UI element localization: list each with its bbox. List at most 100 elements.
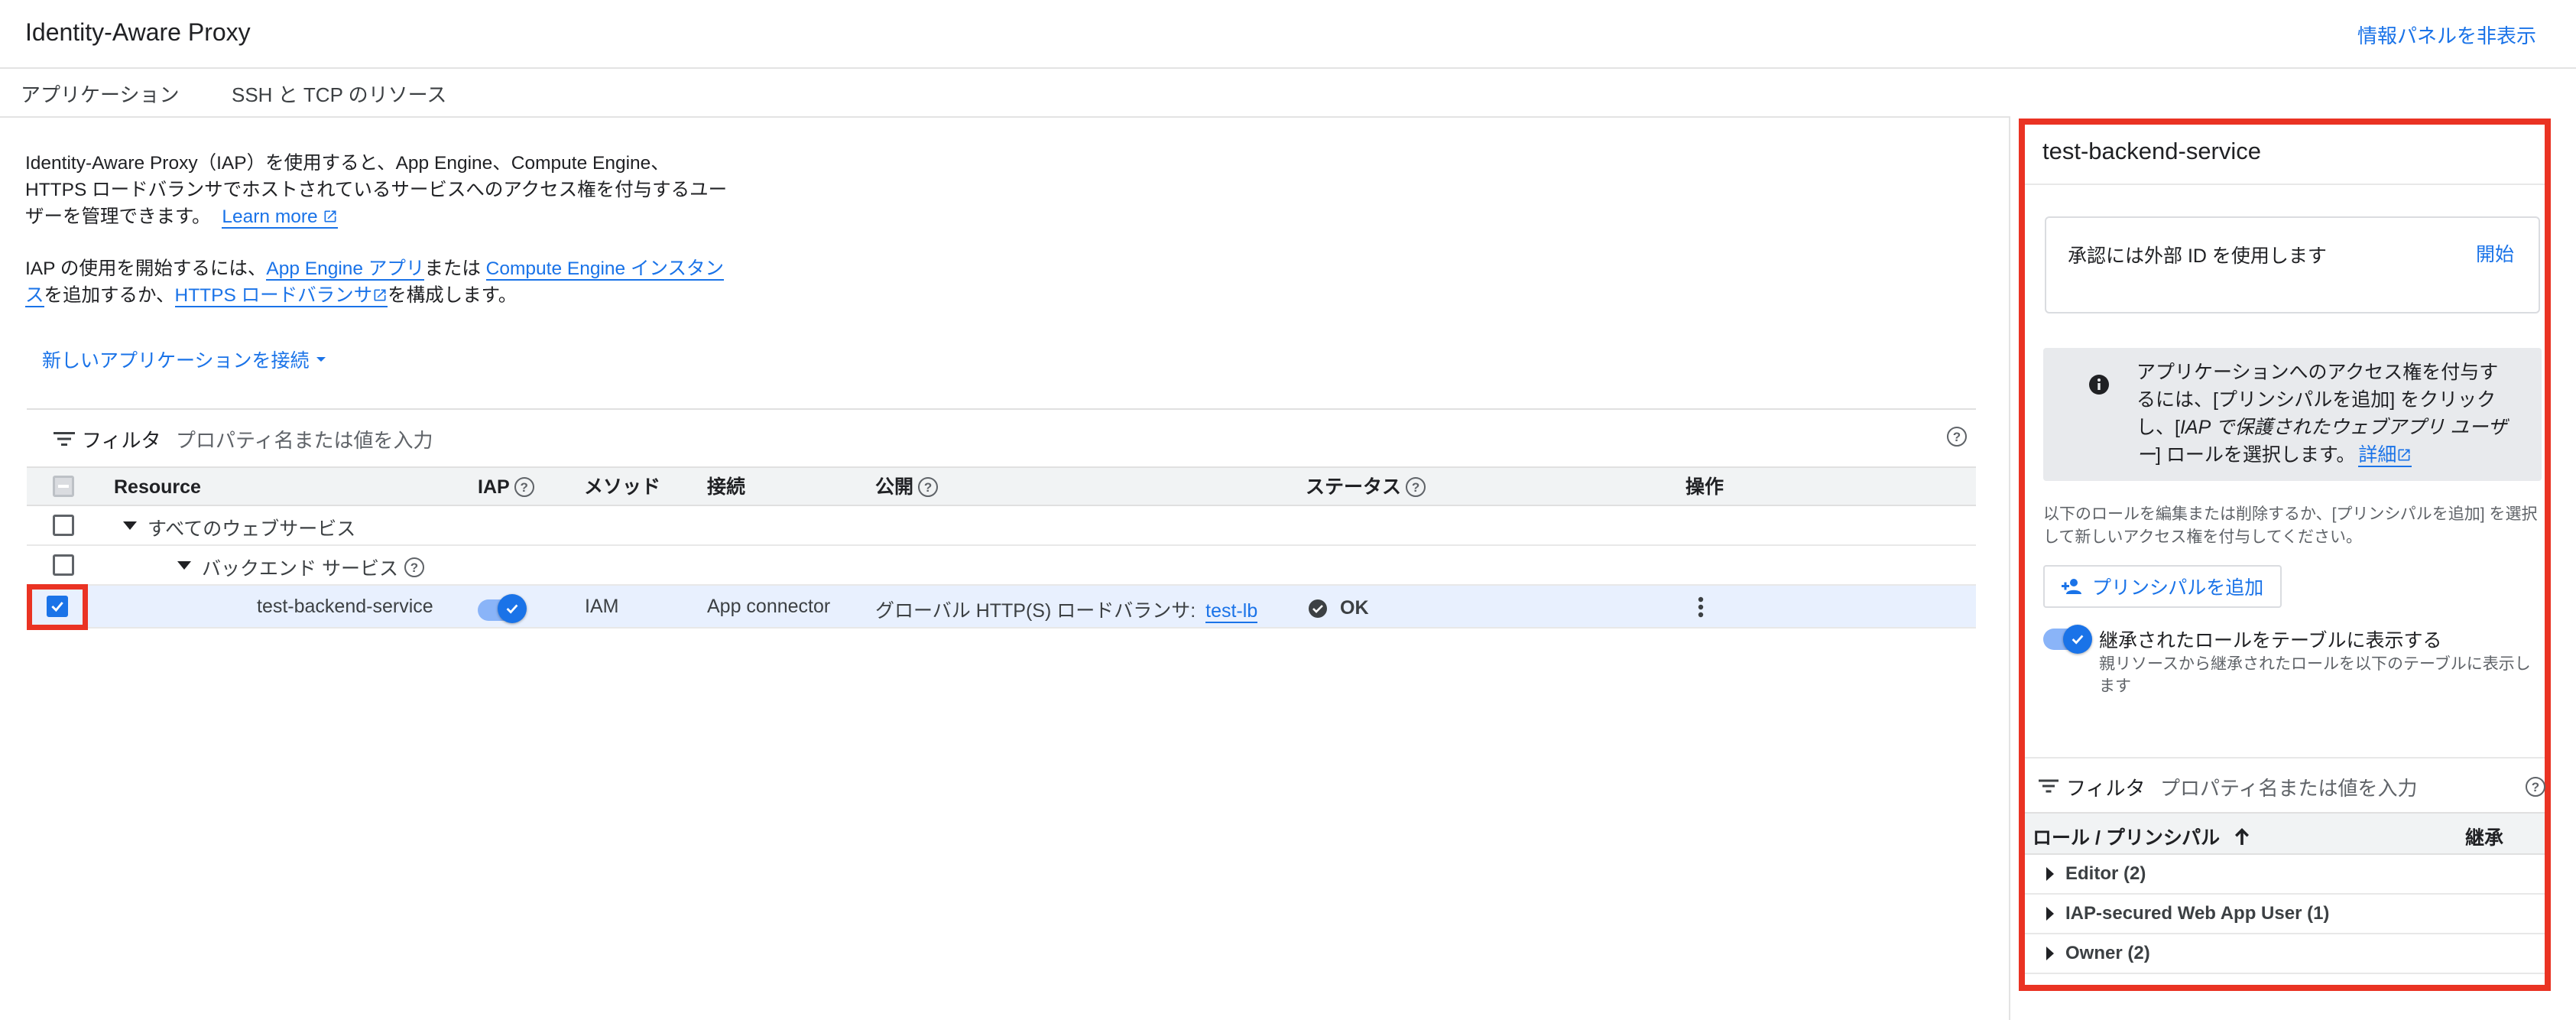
row-checkbox[interactable]	[53, 515, 74, 536]
side-panel-title-divider	[2025, 184, 2545, 185]
col-actions: 操作	[1685, 468, 1724, 506]
learn-more-label: Learn more	[222, 206, 318, 227]
publish-value: グローバル HTTP(S) ロードバランサ: test-lb	[875, 596, 1258, 623]
tab-applications[interactable]: アプリケーション	[21, 80, 179, 108]
info-line-3a: し、[	[2136, 417, 2180, 438]
col-connection-label: 接続	[707, 476, 746, 498]
role-name: Editor (2)	[2065, 863, 2146, 884]
side-filter-input[interactable]: プロパティ名または値を入力	[2160, 773, 2497, 801]
info-callout: アプリケーションへのアクセス権を付与す るには、[プリンシパルを追加] をクリッ…	[2043, 348, 2542, 481]
table-row[interactable]: すべてのウェブサービス	[27, 506, 1976, 546]
col-role-principal-label: ロール / プリンシパル	[2033, 827, 2221, 849]
page-title: Identity-Aware Proxy	[25, 18, 251, 46]
add-principal-button[interactable]: プリンシパルを追加	[2043, 565, 2282, 608]
info-line-2: るには、[プリンシパルを追加] をクリック	[2136, 389, 2497, 411]
info-icon	[2089, 375, 2109, 395]
getting-started-text: IAP の使用を開始するには、App Engine アプリまたは Compute…	[25, 255, 728, 309]
side-filter-label: フィルタ	[2066, 777, 2146, 800]
info-line-3: し、[IAP で保護されたウェブアプリ ユーザ	[2136, 414, 2534, 441]
filter-icon[interactable]	[2039, 779, 2059, 793]
table-header: Resource IAP? メソッド 接続 公開? ステータス? 操作	[27, 466, 1976, 506]
col-publish[interactable]: 公開?	[875, 468, 939, 506]
add-principal-label: プリンシパルを追加	[2092, 577, 2264, 599]
dropdown-arrow-icon	[316, 357, 326, 362]
iap-toggle-knob	[498, 594, 527, 623]
details-link-label: 詳細	[2358, 444, 2397, 466]
col-resource[interactable]: Resource	[114, 468, 201, 506]
getting-started-mid1: または	[424, 258, 486, 279]
col-method-label: メソッド	[584, 476, 661, 498]
triangle-right-icon[interactable]	[2046, 866, 2055, 882]
external-link-icon	[324, 210, 336, 223]
triangle-right-icon[interactable]	[2046, 906, 2055, 921]
status-cell: OK	[1308, 597, 1369, 619]
external-id-card: 承認には外部 ID を使用します 開始	[2045, 216, 2540, 313]
check-icon	[51, 602, 63, 612]
col-resource-label: Resource	[114, 476, 201, 498]
intro-description: Identity-Aware Proxy（IAP）を使用すると、App Engi…	[25, 150, 728, 230]
triangle-down-icon[interactable]	[122, 521, 138, 531]
col-iap-label: IAP	[478, 476, 510, 498]
iap-toggle[interactable]	[478, 594, 531, 623]
info-line-4: ー] ロールを選択します。 詳細	[2136, 441, 2534, 469]
filter-label: フィルタ	[82, 429, 161, 452]
role-row[interactable]: Editor (2)	[2025, 855, 2545, 895]
role-row[interactable]: Owner (2)	[2025, 934, 2545, 974]
header-divider	[0, 67, 2576, 69]
help-icon[interactable]: ?	[1406, 477, 1426, 497]
col-inherit[interactable]: 継承	[2465, 823, 2503, 850]
role-name: IAP-secured Web App User (1)	[2065, 903, 2330, 924]
role-row[interactable]: IAP-secured Web App User (1)	[2025, 895, 2545, 934]
help-icon[interactable]: ?	[404, 557, 424, 577]
inherited-toggle-knob	[2063, 625, 2092, 654]
learn-more-link[interactable]: Learn more	[222, 206, 339, 229]
https-lb-link[interactable]: HTTPS ロードバランサ	[174, 285, 388, 307]
panel-divider	[2009, 116, 2010, 1020]
inherited-toggle-label: 継承されたロールをテーブルに表示する	[2099, 630, 2442, 651]
col-iap[interactable]: IAP?	[478, 468, 534, 506]
help-icon[interactable]: ?	[2526, 777, 2545, 797]
details-link[interactable]: 詳細	[2358, 444, 2412, 467]
resource-name: すべてのウェブサービス	[148, 518, 356, 540]
check-icon	[2072, 635, 2084, 645]
table-row[interactable]: バックエンド サービス ?	[27, 546, 1976, 586]
col-status-label: ステータス	[1306, 476, 1402, 498]
triangle-right-icon[interactable]	[2046, 946, 2055, 961]
publish-prefix: グローバル HTTP(S) ロードバランサ:	[875, 600, 1196, 622]
load-balancer-link[interactable]: test-lb	[1205, 600, 1258, 623]
col-status[interactable]: ステータス?	[1306, 468, 1426, 506]
help-icon[interactable]: ?	[514, 477, 534, 497]
external-link-icon	[374, 289, 386, 301]
tab-ssh-tcp-resources[interactable]: SSH と TCP のリソース	[232, 80, 446, 108]
app-engine-link[interactable]: App Engine アプリ	[266, 258, 425, 281]
hide-info-panel-link[interactable]: 情報パネルを非表示	[2357, 21, 2536, 49]
person-add-icon	[2062, 579, 2081, 594]
help-icon[interactable]: ?	[1947, 427, 1967, 447]
row-checkbox[interactable]	[47, 596, 68, 617]
https-lb-label: HTTPS ロードバランサ	[174, 285, 373, 306]
col-actions-label: 操作	[1685, 476, 1724, 498]
more-vert-icon[interactable]	[1696, 596, 1705, 618]
filter-icon[interactable]	[54, 431, 75, 447]
connect-new-app-button[interactable]: 新しいアプリケーションを接続	[42, 346, 326, 373]
col-method[interactable]: メソッド	[584, 468, 660, 506]
col-role-principal[interactable]: ロール / プリンシパル	[2033, 823, 2250, 850]
inherited-roles-toggle[interactable]	[2043, 625, 2097, 654]
connection-value: App connector	[707, 596, 831, 617]
edit-roles-text: 以下のロールを編集または削除するか、[プリンシパルを追加] を選択して新しいアク…	[2043, 505, 2538, 546]
method-value: IAM	[585, 596, 619, 617]
external-id-start-button[interactable]: 開始	[2476, 239, 2514, 267]
help-icon[interactable]: ?	[918, 477, 939, 497]
table-row-selected[interactable]: test-backend-service IAM App connector グ…	[27, 584, 1976, 630]
arrow-up-icon[interactable]	[2234, 827, 2250, 846]
info-line-4b: ] ロールを選択します。	[2156, 444, 2356, 466]
external-id-text: 承認には外部 ID を使用します	[2068, 245, 2327, 267]
triangle-down-icon[interactable]	[177, 560, 192, 571]
filter-input[interactable]: プロパティ名または値を入力	[176, 425, 1246, 453]
check-icon	[506, 604, 518, 614]
info-role-name: IAP で保護されたウェブアプリ ユーザ	[2179, 417, 2507, 438]
select-all-checkbox[interactable]	[53, 476, 74, 497]
inherited-toggle-desc: 親リソースから継承されたロールを以下のテーブルに表示します	[2099, 655, 2531, 695]
row-checkbox[interactable]	[53, 554, 74, 576]
col-connection[interactable]: 接続	[707, 468, 745, 506]
